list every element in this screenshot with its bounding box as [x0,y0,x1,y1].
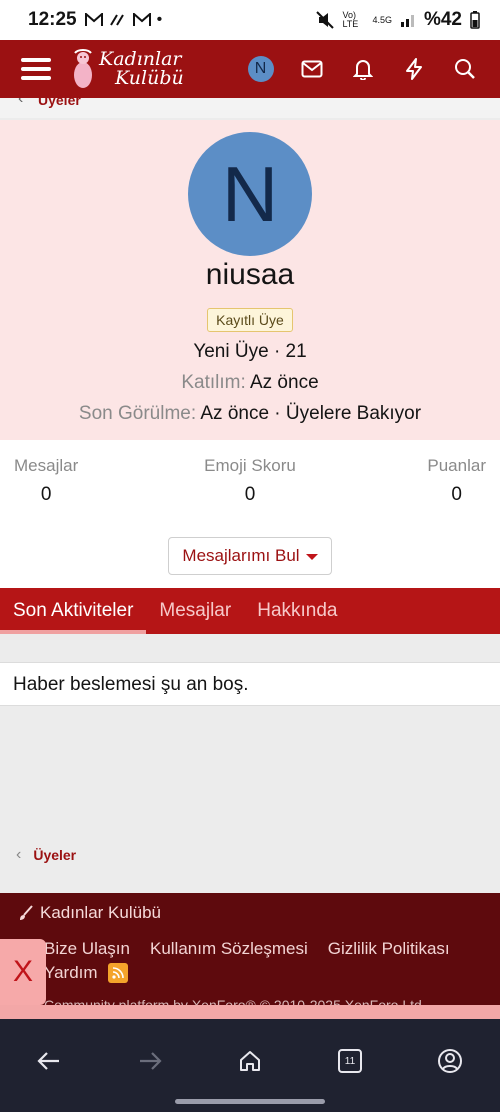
profile-stats: Mesajlar 0 Emoji Skoru 0 Puanlar 0 Mesaj… [0,440,500,588]
news-feed-empty: Haber beslemesi şu an boş. [0,662,500,706]
tab-count: 11 [344,1055,356,1067]
find-content-button[interactable]: Mesajlarımı Bul [168,537,332,575]
stat-points-label: Puanlar [427,456,486,475]
back-button[interactable] [29,1041,69,1081]
home-button[interactable] [230,1041,270,1081]
bolt-icon [405,58,422,80]
status-time: 12:25 [28,9,77,30]
stat-emoji-label: Emoji Skoru [204,456,296,475]
site-logo[interactable]: Kadınlar Kulübü [71,49,184,89]
menu-icon[interactable] [21,58,51,80]
dot-icon: • [156,11,163,28]
username: niusaa [205,258,295,291]
search-icon [454,59,475,79]
stat-emoji: Emoji Skoru 0 [0,456,500,506]
seen-value: Az önce · Üyelere Bakıyor [200,403,422,424]
user-badge: Kayıtlı Üye [207,308,293,332]
mute-icon [316,11,335,29]
gmail-icon [84,13,103,26]
find-content-label: Mesajlarımı Bul [182,546,300,565]
breadcrumb-label[interactable]: Üyeler [38,98,81,108]
profile-tabs: Son Aktiviteler Mesajlar Hakkında [0,588,500,634]
chevron-left-icon: ‹ [16,846,22,863]
logo-mark-icon [74,49,92,88]
battery-icon [470,11,480,29]
alerts-button[interactable] [337,40,388,98]
breadcrumb[interactable]: ‹ Üyeler [0,98,500,118]
gesture-home-bar[interactable] [175,1099,325,1104]
network-label: Vo) LTE [342,10,359,29]
chevron-left-icon: ‹ [18,98,24,107]
breadcrumb-bottom[interactable]: ‹ Üyeler [0,840,500,870]
signal-squiggle-icon [109,14,124,26]
stat-points-value: 0 [451,484,462,505]
user-title: Yeni Üye · 21 [193,341,307,362]
account-button[interactable]: N [235,40,286,98]
network-gen: 4.5G [372,15,392,25]
joined-value: Az önce [249,372,319,393]
home-icon [240,1051,260,1071]
app-header: Kadınlar Kulübü N [0,40,500,98]
paint-brush-icon [20,905,33,920]
joined-info: Katılım: Az önce [0,372,500,394]
footer-strip [0,1005,500,1019]
profile-button[interactable] [430,1041,470,1081]
arrow-left-icon [37,1052,59,1070]
status-bar: 12:25 • Vo) LTE 4.5G %42 [0,0,500,40]
breadcrumb-bottom-label[interactable]: Üyeler [33,847,76,863]
tabs-button[interactable]: 11 [330,1041,370,1081]
forward-button[interactable] [130,1041,170,1081]
signal-bars-icon [400,15,414,27]
footer-link-privacy[interactable]: Gizlilik Politikası [328,939,450,959]
notification-icons: • [84,11,163,29]
seen-label: Son Görülme: [78,403,197,424]
gmail-icon-2 [132,13,151,26]
footer-link-terms[interactable]: Kullanım Sözleşmesi [150,939,308,959]
logo-line2: Kulübü [115,67,184,89]
user-circle-icon [438,1049,462,1073]
envelope-icon [301,60,322,78]
footer-link-help[interactable]: Yardım [44,963,98,983]
arrow-right-icon [140,1052,162,1070]
bell-icon [352,60,373,80]
profile-card: N niusaa Kayıtlı Üye Yeni Üye · 21 Katıl… [0,120,500,440]
footer-brand[interactable]: Kadınlar Kulübü [18,903,161,923]
site-footer: Kadınlar Kulübü Bize Ulaşın Kullanım Söz… [0,893,500,1019]
whats-new-button[interactable] [388,40,439,98]
profile-avatar[interactable]: N [188,132,312,256]
stat-points[interactable]: Puanlar 0 [427,456,486,506]
footer-link-contact[interactable]: Bize Ulaşın [44,939,130,959]
inbox-button[interactable] [286,40,337,98]
avatar: N [247,56,274,82]
battery-level: %42 [423,9,462,30]
caret-down-icon [305,554,318,560]
tab-recent-activity[interactable]: Son Aktiviteler [0,588,147,634]
tab-about[interactable]: Hakkında [244,588,350,634]
tab-messages[interactable]: Mesajlar [146,588,244,634]
footer-brand-label: Kadınlar Kulübü [40,903,161,922]
close-overlay-button[interactable]: X [0,939,46,1005]
stat-emoji-value: 0 [244,484,256,505]
joined-label: Katılım: [181,372,246,393]
search-button[interactable] [439,40,490,98]
last-seen-info: Son Görülme: Az önce · Üyelere Bakıyor [0,403,500,425]
rss-icon[interactable] [107,963,128,983]
